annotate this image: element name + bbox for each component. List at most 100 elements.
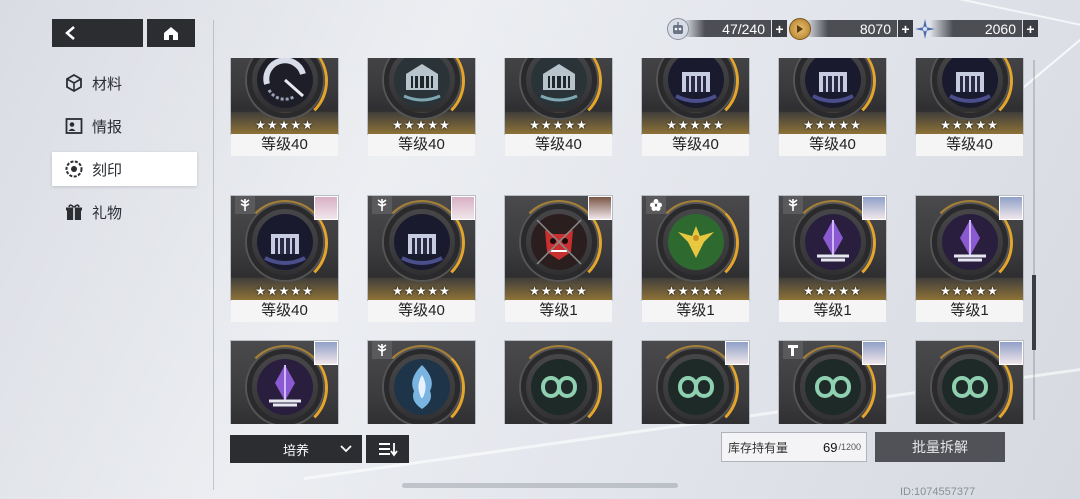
engraving-emblem — [931, 349, 1008, 424]
engraving-card[interactable]: ★★★★★ 等级40 — [915, 58, 1024, 156]
scrollbar-thumb[interactable] — [1032, 275, 1036, 350]
filter-label: 培养 — [282, 442, 309, 458]
sidebar-item-materials[interactable]: 材料 — [52, 66, 197, 100]
resource-coins: 8070 + — [789, 17, 913, 40]
home-icon — [164, 27, 178, 40]
back-button[interactable] — [52, 19, 143, 47]
storage-add-button[interactable]: + — [772, 20, 787, 37]
level-label: 等级40 — [916, 134, 1023, 156]
inventory-count: 69 — [823, 439, 838, 455]
sidebar-item-label: 刻印 — [92, 161, 123, 179]
engraving-emblem — [246, 204, 323, 280]
engraving-emblem — [657, 349, 734, 424]
rarity-stars: ★★★★★ — [255, 118, 314, 132]
sort-list-icon — [378, 443, 398, 457]
rarity-stars: ★★★★★ — [392, 284, 451, 298]
rarity-stars: ★★★★★ — [940, 284, 999, 298]
type-badge-icon — [783, 196, 803, 214]
engraving-emblem — [520, 349, 597, 424]
engraving-card[interactable]: ★★★★★ 等级40 — [504, 58, 613, 156]
engraving-card[interactable]: ★★★★★ 等级40 — [367, 58, 476, 156]
profile-card-icon — [64, 116, 84, 136]
blue-star-icon — [914, 18, 936, 40]
inventory-label: 库存持有量 — [728, 440, 789, 455]
home-button[interactable] — [147, 19, 195, 47]
coins-add-button[interactable]: + — [898, 20, 913, 37]
engraving-grid: ★★★★★ 等级40 ★★★★★ 等级40 ★★★★★ 等级40 ★★★★★ 等级40 ★★★★… — [229, 58, 1025, 424]
level-label: 等级40 — [368, 300, 475, 322]
character-portrait — [314, 196, 338, 220]
level-label: 等级40 — [231, 300, 338, 322]
character-portrait — [725, 341, 749, 365]
engraving-card[interactable] — [915, 340, 1024, 424]
engraving-card[interactable]: ★★★★★ 等级40 — [230, 195, 339, 322]
engraving-card[interactable]: ★★★★★ 等级1 — [778, 195, 887, 322]
filter-dropdown[interactable]: 培养 — [230, 435, 362, 463]
rarity-stars: ★★★★★ — [940, 118, 999, 132]
batch-dismantle-button[interactable]: 批量拆解 — [875, 432, 1005, 462]
level-label: 等级40 — [368, 134, 475, 156]
rarity-stars: ★★★★★ — [803, 118, 862, 132]
engraving-card[interactable] — [504, 340, 613, 424]
stars-value: 2060 — [930, 20, 1022, 37]
scrollbar-track[interactable] — [1033, 60, 1035, 420]
sort-button[interactable] — [366, 435, 409, 463]
type-badge-icon — [646, 196, 666, 214]
resource-storage: 47/240 + — [667, 17, 787, 40]
sidebar-divider — [213, 20, 214, 490]
engraving-card[interactable]: ★★★★★ 等级40 — [367, 195, 476, 322]
engraving-emblem — [931, 204, 1008, 280]
engraving-card[interactable] — [230, 340, 339, 424]
engraving-card[interactable]: ★★★★★ 等级40 — [230, 58, 339, 156]
character-portrait — [999, 341, 1023, 365]
user-id: ID:1074557377 — [900, 486, 976, 498]
engraving-card[interactable] — [367, 340, 476, 424]
engraving-card[interactable]: ★★★★★ 等级1 — [915, 195, 1024, 322]
level-label: 等级40 — [231, 134, 338, 156]
sidebar: 材料 情报 刻印 礼物 — [52, 66, 197, 238]
arrow-left-icon — [65, 26, 75, 40]
level-label: 等级40 — [505, 134, 612, 156]
sidebar-item-intel[interactable]: 情报 — [52, 109, 197, 143]
engraving-card[interactable]: ★★★★★ 等级40 — [641, 58, 750, 156]
character-portrait — [862, 341, 886, 365]
engraving-emblem — [794, 58, 871, 118]
rarity-stars: ★★★★★ — [392, 118, 451, 132]
sidebar-item-gifts[interactable]: 礼物 — [52, 195, 197, 229]
level-label: 等级1 — [642, 300, 749, 322]
type-badge-icon — [235, 196, 255, 214]
engraving-emblem — [383, 349, 460, 424]
chevron-down-icon — [340, 445, 352, 453]
engraving-emblem — [383, 58, 460, 118]
rarity-stars: ★★★★★ — [666, 118, 725, 132]
character-portrait — [999, 196, 1023, 220]
stars-add-button[interactable]: + — [1023, 20, 1038, 37]
type-badge-icon — [783, 341, 803, 359]
engraving-emblem — [794, 204, 871, 280]
sidebar-item-label: 材料 — [92, 75, 123, 93]
engraving-emblem — [657, 204, 734, 280]
sidebar-item-label: 情报 — [92, 118, 123, 136]
rarity-stars: ★★★★★ — [529, 118, 588, 132]
storage-value: 47/240 — [683, 20, 771, 37]
cube-icon — [64, 73, 84, 93]
engraving-card[interactable]: ★★★★★ 等级1 — [504, 195, 613, 322]
inventory-counter: 库存持有量 69 /1200 — [721, 432, 867, 462]
character-portrait — [862, 196, 886, 220]
rarity-stars: ★★★★★ — [666, 284, 725, 298]
engraving-emblem — [520, 58, 597, 118]
level-label: 等级1 — [505, 300, 612, 322]
engraving-emblem — [520, 204, 597, 280]
engraving-emblem — [246, 349, 323, 424]
engraving-card[interactable] — [641, 340, 750, 424]
resource-stars: 2060 + — [914, 18, 1038, 39]
sidebar-item-engravings[interactable]: 刻印 — [52, 152, 197, 186]
engraving-card[interactable] — [778, 340, 887, 424]
engraving-card[interactable]: ★★★★★ 等级1 — [641, 195, 750, 322]
character-portrait — [588, 196, 612, 220]
character-portrait — [314, 341, 338, 365]
type-badge-icon — [372, 196, 392, 214]
gold-coin-icon — [789, 17, 811, 40]
engraving-card[interactable]: ★★★★★ 等级40 — [778, 58, 887, 156]
level-label: 等级40 — [779, 134, 886, 156]
